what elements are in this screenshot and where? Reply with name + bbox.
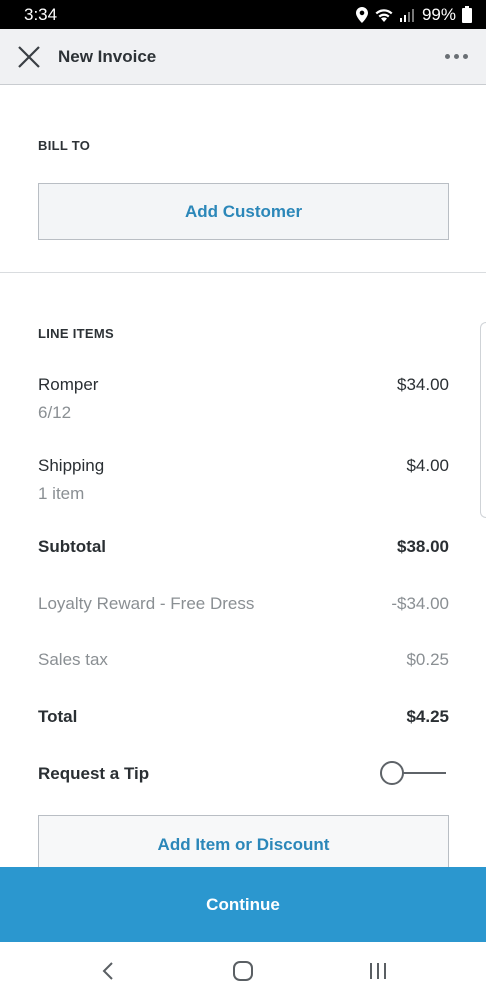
toggle-knob [380,761,404,785]
more-options-button[interactable] [426,29,486,85]
tax-value: $0.25 [406,650,449,669]
tip-row: Request a Tip [38,764,358,784]
back-icon [102,961,113,980]
subtotal-value: $38.00 [397,537,449,556]
continue-button[interactable]: Continue [0,867,486,942]
scroll-indicator[interactable] [480,322,486,518]
status-time: 3:34 [24,4,58,24]
close-button[interactable] [0,29,58,85]
section-divider [0,272,486,273]
system-nav-bar [0,942,486,999]
total-label: Total [38,707,78,726]
request-tip-toggle[interactable] [380,760,448,786]
line-item-detail: 1 item [38,484,85,503]
line-item-name: Romper [38,375,99,394]
battery-icon [462,6,472,23]
app-header: New Invoice [0,29,486,85]
back-button[interactable] [78,942,138,999]
discount-row[interactable]: Loyalty Reward - Free Dress -$34.00 [38,594,449,614]
close-icon [18,45,40,68]
more-icon-dot [453,54,459,59]
line-item-row[interactable]: Shipping 1 item $4.00 [38,456,449,504]
home-button[interactable] [213,942,273,999]
more-icon-dot [462,54,468,59]
page-title: New Invoice [58,46,157,66]
total-value: $4.25 [406,707,449,726]
add-item-or-discount-button[interactable]: Add Item or Discount [38,815,449,875]
line-item-row[interactable]: Romper 6/12 $34.00 [38,375,449,423]
line-item-name: Shipping [38,456,105,475]
tax-label: Sales tax [38,650,108,669]
signal-icon [399,8,414,22]
discount-label: Loyalty Reward - Free Dress [38,594,255,613]
battery-percent: 99% [421,4,456,24]
status-bar: 3:34 99% [0,0,486,29]
subtotal-row: Subtotal $38.00 [38,537,449,557]
request-tip-label: Request a Tip [38,764,150,783]
wifi-icon [375,8,393,22]
line-item-price: $4.00 [406,456,449,475]
more-icon [444,54,450,59]
location-icon [355,6,368,23]
recent-apps-icon [370,962,387,979]
add-customer-button[interactable]: Add Customer [38,183,449,240]
tax-row[interactable]: Sales tax $0.25 [38,650,449,670]
subtotal-label: Subtotal [38,537,106,556]
discount-value: -$34.00 [391,594,449,613]
line-items-label: LINE ITEMS [38,326,114,341]
bill-to-label: BILL TO [38,138,91,153]
line-item-price: $34.00 [397,375,449,394]
total-row: Total $4.25 [38,707,449,727]
status-icons: 99% [355,4,472,25]
home-icon [232,960,253,981]
recent-apps-button[interactable] [348,942,408,999]
line-item-detail: 6/12 [38,403,72,422]
